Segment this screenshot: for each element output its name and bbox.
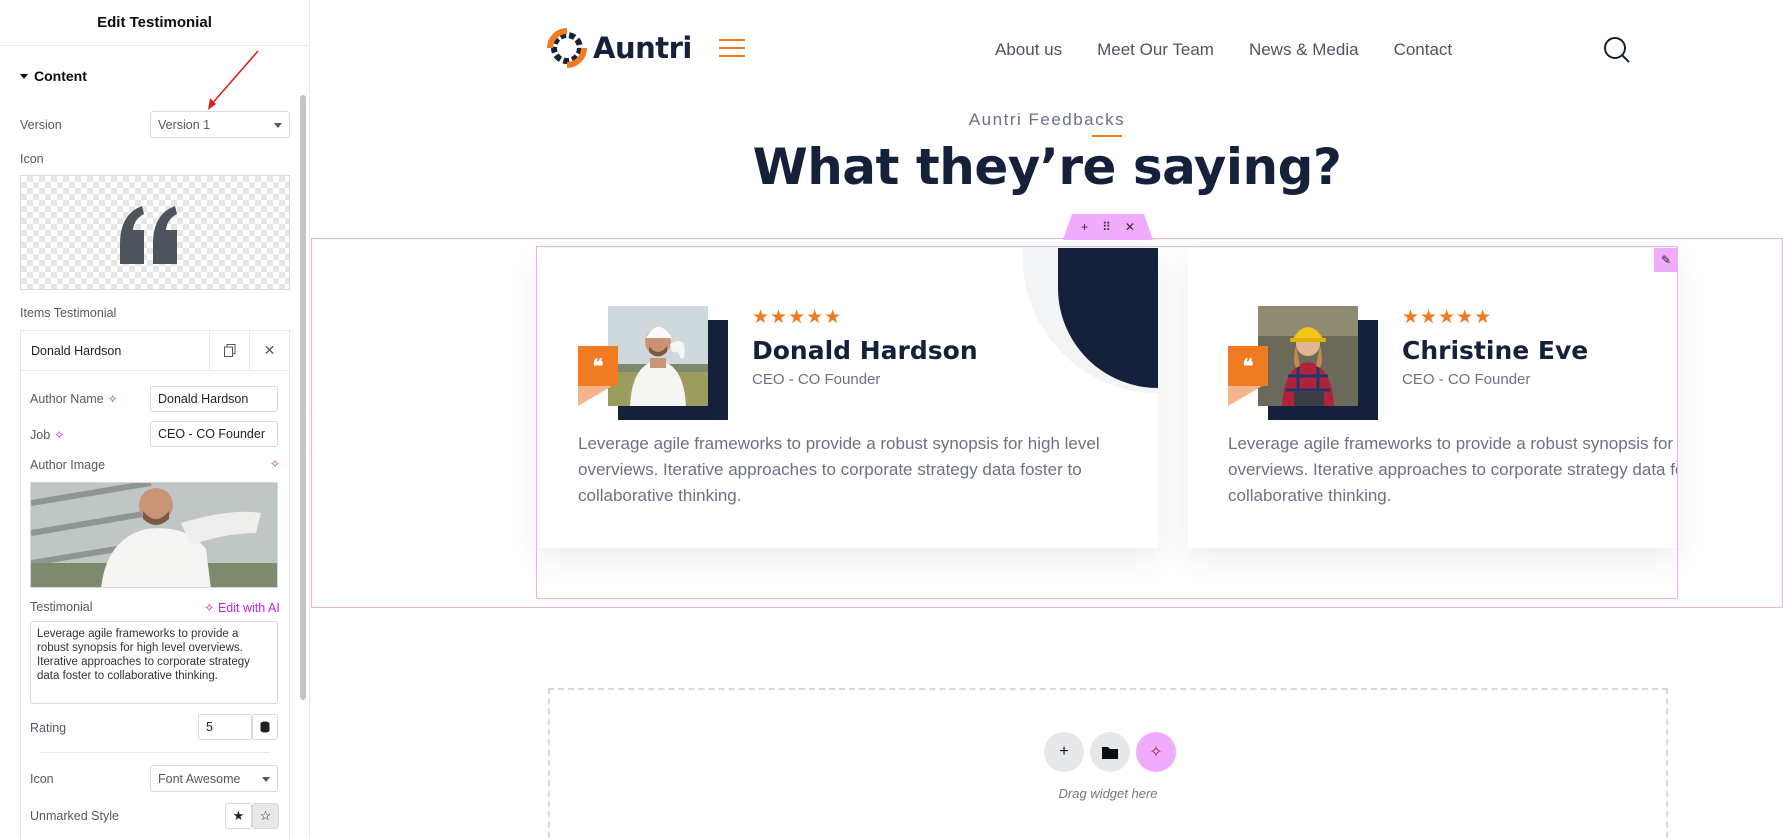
editor-panel: Edit Testimonial Content Version Version… <box>0 0 310 839</box>
icon-library-select[interactable]: Font Awesome <box>150 765 278 792</box>
dynamic-tags-icon[interactable] <box>252 714 278 740</box>
ai-sparkle-button[interactable]: ✧ <box>1136 732 1176 772</box>
item-icon-label: Icon <box>30 772 54 786</box>
author-name-input[interactable]: Donald Hardson <box>150 386 278 412</box>
items-testimonial-label: Items Testimonial <box>20 306 117 320</box>
solid-star-icon[interactable]: ★ <box>225 803 252 829</box>
nav-contact[interactable]: Contact <box>1394 40 1453 60</box>
search-icon[interactable] <box>1603 36 1631 64</box>
icon-label: Icon <box>20 152 44 166</box>
job-input[interactable]: CEO - CO Founder <box>150 421 278 447</box>
content-section-label: Content <box>34 68 87 84</box>
ai-sparkle-icon[interactable]: ✧ <box>54 428 64 442</box>
page-preview: Auntri About us Meet Our Team News & Med… <box>311 0 1783 839</box>
version-select[interactable]: Version 1 <box>150 111 290 138</box>
testimonial-textarea[interactable]: Leverage agile frameworks to provide a r… <box>30 621 278 704</box>
outline-star-icon[interactable]: ☆ <box>252 803 279 829</box>
add-section-icon[interactable]: + <box>1081 220 1088 234</box>
main-nav: About us Meet Our Team News & Media Cont… <box>995 40 1452 60</box>
caret-down-icon <box>20 73 28 79</box>
icon-library-value: Font Awesome <box>158 771 241 786</box>
chevron-down-icon <box>274 123 282 128</box>
annotation-arrow <box>208 50 259 110</box>
job-label: Job ✧ <box>30 428 65 442</box>
site-logo[interactable]: Auntri <box>547 28 692 68</box>
menu-toggle-icon[interactable] <box>719 39 745 63</box>
panel-title: Edit Testimonial <box>0 0 309 46</box>
unmarked-style-label: Unmarked Style <box>30 809 119 823</box>
version-select-value: Version 1 <box>158 117 211 132</box>
edit-widget-pencil-icon[interactable]: ✎ <box>1654 248 1678 272</box>
panel-scrollbar[interactable] <box>300 95 306 700</box>
close-icon[interactable]: ✕ <box>249 330 289 371</box>
chevron-down-icon <box>262 777 270 782</box>
author-image-label: Author Image <box>30 458 106 472</box>
nav-about-us[interactable]: About us <box>995 40 1062 60</box>
rating-input[interactable]: 5 <box>198 714 252 740</box>
icon-picker[interactable] <box>20 175 290 290</box>
divider <box>40 752 270 753</box>
author-image-preview[interactable] <box>30 482 278 588</box>
drag-handle-icon[interactable]: ⠿ <box>1102 220 1111 234</box>
repeater-item-title[interactable]: Donald Hardson <box>21 344 209 358</box>
content-section-toggle[interactable]: Content <box>20 68 87 84</box>
kicker-underline <box>1092 135 1122 137</box>
rating-label: Rating <box>30 721 67 735</box>
version-label: Version <box>20 118 62 132</box>
add-widget-button[interactable]: + <box>1044 732 1084 772</box>
template-library-folder-icon[interactable] <box>1090 732 1130 772</box>
widget-dropzone[interactable]: + ✧ Drag widget here <box>548 688 1668 839</box>
section-kicker: Auntri Feedbacks <box>968 110 1126 129</box>
ai-sparkle-icon[interactable]: ✧ <box>270 457 280 471</box>
author-name-label: Author Name ✧ <box>30 392 118 406</box>
nav-meet-our-team[interactable]: Meet Our Team <box>1097 40 1214 60</box>
widget-outline[interactable] <box>536 246 1678 599</box>
edit-with-ai-button[interactable]: ✧ Edit with AI <box>204 600 280 615</box>
logo-gear-icon <box>547 28 587 68</box>
section-handle[interactable]: + ⠿ ✕ <box>1063 214 1153 240</box>
section-heading: What they’re saying? <box>752 138 1342 196</box>
dropzone-label: Drag widget here <box>1058 786 1158 801</box>
nav-news-media[interactable]: News & Media <box>1249 40 1359 60</box>
delete-section-icon[interactable]: ✕ <box>1125 220 1135 234</box>
testimonial-label: Testimonial <box>30 600 93 614</box>
duplicate-icon[interactable] <box>209 330 249 371</box>
logo-text: Auntri <box>593 31 692 65</box>
ai-sparkle-icon[interactable]: ✧ <box>108 392 118 406</box>
quote-icon <box>120 206 177 264</box>
